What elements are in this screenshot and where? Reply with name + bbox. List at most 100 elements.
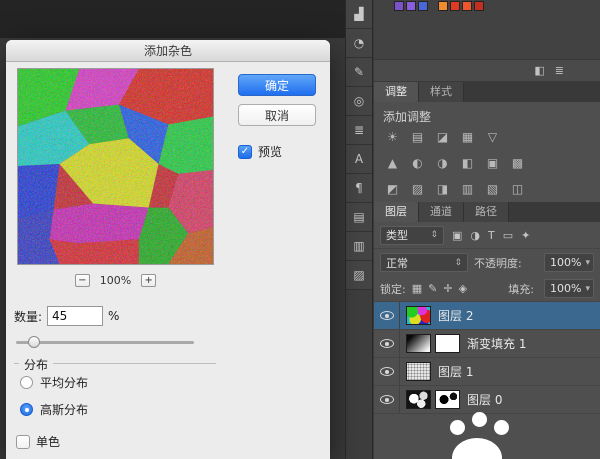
monochrome-label: 单色 bbox=[36, 433, 60, 450]
filter-shape-layers-icon[interactable]: ▭ bbox=[503, 229, 513, 242]
gaussian-radio-row[interactable]: 高斯分布 bbox=[20, 401, 216, 418]
color-swatch[interactable] bbox=[438, 1, 448, 11]
opacity-label: 不透明度: bbox=[474, 255, 522, 271]
layer-mask-thumbnail[interactable] bbox=[435, 390, 460, 409]
tab-channels[interactable]: 通道 bbox=[419, 202, 464, 222]
blend-mode-select[interactable]: 正常 ⇕ bbox=[380, 253, 468, 272]
tab-styles[interactable]: 样式 bbox=[419, 82, 464, 102]
lock-position-icon[interactable]: ✛ bbox=[443, 282, 452, 295]
opacity-select[interactable]: 100% ▾ bbox=[544, 253, 594, 272]
threshold-icon[interactable]: ◨ bbox=[432, 180, 453, 199]
preview-checkbox[interactable]: ✓ bbox=[238, 145, 252, 159]
filter-adjustment-layers-icon[interactable]: ◑ bbox=[470, 229, 480, 242]
brush-panel-icon[interactable]: ✎ bbox=[346, 58, 372, 87]
info-panel-icon[interactable]: ◔ bbox=[346, 29, 372, 58]
amount-input[interactable] bbox=[47, 306, 103, 326]
layer-thumbnail[interactable] bbox=[406, 390, 431, 409]
channel-mixer-icon[interactable]: ▣ bbox=[482, 154, 503, 173]
black-white-icon[interactable]: ◑ bbox=[432, 154, 453, 173]
eye-cell bbox=[374, 302, 400, 329]
visibility-eye-icon[interactable] bbox=[380, 311, 394, 320]
tool-presets-panel-icon[interactable]: ≣ bbox=[346, 116, 372, 145]
visibility-eye-icon[interactable] bbox=[380, 367, 394, 376]
blend-mode-value: 正常 bbox=[386, 255, 408, 271]
color-swatch[interactable] bbox=[450, 1, 460, 11]
collapse-panels-icon[interactable]: ◧ bbox=[534, 64, 544, 77]
curves-icon[interactable]: ◪ bbox=[432, 128, 453, 147]
layer-filter-select[interactable]: 类型 ⇕ bbox=[380, 226, 444, 245]
adjustment-icons-row-2: ▲ ◐ ◑ ◧ ▣ ▩ bbox=[374, 150, 600, 176]
histogram-panel-icon[interactable]: ▟ bbox=[346, 0, 372, 29]
fill-select[interactable]: 100% ▾ bbox=[544, 279, 594, 298]
layer-row[interactable]: 图层 0 bbox=[374, 386, 600, 414]
posterize-icon[interactable]: ▨ bbox=[407, 180, 428, 199]
visibility-eye-icon[interactable] bbox=[380, 339, 394, 348]
preview-checkbox-row[interactable]: ✓ 预览 bbox=[238, 143, 282, 160]
vibrance-icon[interactable]: ▽ bbox=[482, 128, 503, 147]
layer-name[interactable]: 渐变填充 1 bbox=[467, 335, 526, 352]
monochrome-checkbox-row[interactable]: 单色 bbox=[16, 433, 60, 450]
color-swatches bbox=[374, 0, 600, 11]
layer-name[interactable]: 图层 2 bbox=[438, 307, 473, 324]
visibility-eye-icon[interactable] bbox=[380, 395, 394, 404]
layer-row[interactable]: 渐变填充 1 bbox=[374, 330, 600, 358]
levels-icon[interactable]: ▤ bbox=[407, 128, 428, 147]
notes-panel-icon[interactable]: ▥ bbox=[346, 232, 372, 261]
color-balance-icon[interactable]: ◐ bbox=[407, 154, 428, 173]
brightness-contrast-icon[interactable]: ☀ bbox=[382, 128, 403, 147]
gaussian-radio[interactable] bbox=[20, 403, 33, 416]
layer-thumbnail[interactable] bbox=[406, 334, 431, 353]
slider-thumb[interactable] bbox=[28, 336, 40, 348]
tab-layers[interactable]: 图层 bbox=[374, 202, 419, 222]
ok-button[interactable]: 确定 bbox=[238, 74, 316, 96]
color-lookup-icon[interactable]: ▩ bbox=[507, 154, 528, 173]
gradient-map-icon[interactable]: ▥ bbox=[457, 180, 478, 199]
filter-pixel-layers-icon[interactable]: ▣ bbox=[452, 229, 462, 242]
color-swatch[interactable] bbox=[462, 1, 472, 11]
clone-source-panel-icon[interactable]: ◎ bbox=[346, 87, 372, 116]
layer-thumbnail[interactable] bbox=[406, 362, 431, 381]
layer-mask-thumbnail[interactable] bbox=[435, 334, 460, 353]
monochrome-checkbox[interactable] bbox=[16, 435, 30, 449]
noise-preview[interactable] bbox=[17, 68, 214, 265]
layer-row[interactable]: 图层 2 bbox=[374, 302, 600, 330]
eye-cell bbox=[374, 358, 400, 385]
photo-filter-icon[interactable]: ◧ bbox=[457, 154, 478, 173]
lock-pixels-icon[interactable]: ✎ bbox=[428, 282, 437, 295]
color-swatch[interactable] bbox=[474, 1, 484, 11]
layer-thumbnail[interactable] bbox=[406, 306, 431, 325]
exposure-icon[interactable]: ▦ bbox=[457, 128, 478, 147]
panel-menu-icon[interactable]: ≣ bbox=[555, 64, 564, 77]
color-swatch[interactable] bbox=[418, 1, 428, 11]
lock-transparency-icon[interactable]: ▦ bbox=[412, 282, 422, 295]
filter-type-layers-icon[interactable]: T bbox=[488, 229, 495, 242]
amount-slider[interactable] bbox=[16, 336, 194, 348]
tab-paths[interactable]: 路径 bbox=[464, 202, 509, 222]
filter-smart-objects-icon[interactable]: ✦ bbox=[521, 229, 530, 242]
zoom-out-button[interactable]: − bbox=[75, 274, 90, 287]
layer-comps-panel-icon[interactable]: ▤ bbox=[346, 203, 372, 232]
character-panel-icon[interactable]: A bbox=[346, 145, 372, 174]
color-swatch[interactable] bbox=[406, 1, 416, 11]
zoom-in-button[interactable]: + bbox=[141, 274, 156, 287]
hue-saturation-icon[interactable]: ▲ bbox=[382, 154, 403, 173]
layer-name[interactable]: 图层 0 bbox=[467, 391, 502, 408]
paragraph-panel-icon[interactable]: ¶ bbox=[346, 174, 372, 203]
paw-pad bbox=[452, 438, 502, 459]
lock-all-icon[interactable]: ◈ bbox=[459, 282, 467, 295]
uniform-radio[interactable] bbox=[20, 376, 33, 389]
tab-adjustments[interactable]: 调整 bbox=[374, 82, 419, 102]
layer-name[interactable]: 图层 1 bbox=[438, 363, 473, 380]
solid-color-icon[interactable]: ◫ bbox=[507, 180, 528, 199]
uniform-radio-row[interactable]: 平均分布 bbox=[20, 374, 216, 391]
invert-icon[interactable]: ◩ bbox=[382, 180, 403, 199]
layer-list: 图层 2 渐变填充 1 图层 1 图层 0 bbox=[374, 302, 600, 414]
actions-panel-icon[interactable]: ▨ bbox=[346, 261, 372, 290]
slider-track[interactable] bbox=[16, 341, 194, 344]
preview-label: 预览 bbox=[258, 143, 282, 160]
layer-row[interactable]: 图层 1 bbox=[374, 358, 600, 386]
selective-color-icon[interactable]: ▧ bbox=[482, 180, 503, 199]
cancel-button[interactable]: 取消 bbox=[238, 104, 316, 126]
paw-toe bbox=[472, 412, 487, 427]
color-swatch[interactable] bbox=[394, 1, 404, 11]
